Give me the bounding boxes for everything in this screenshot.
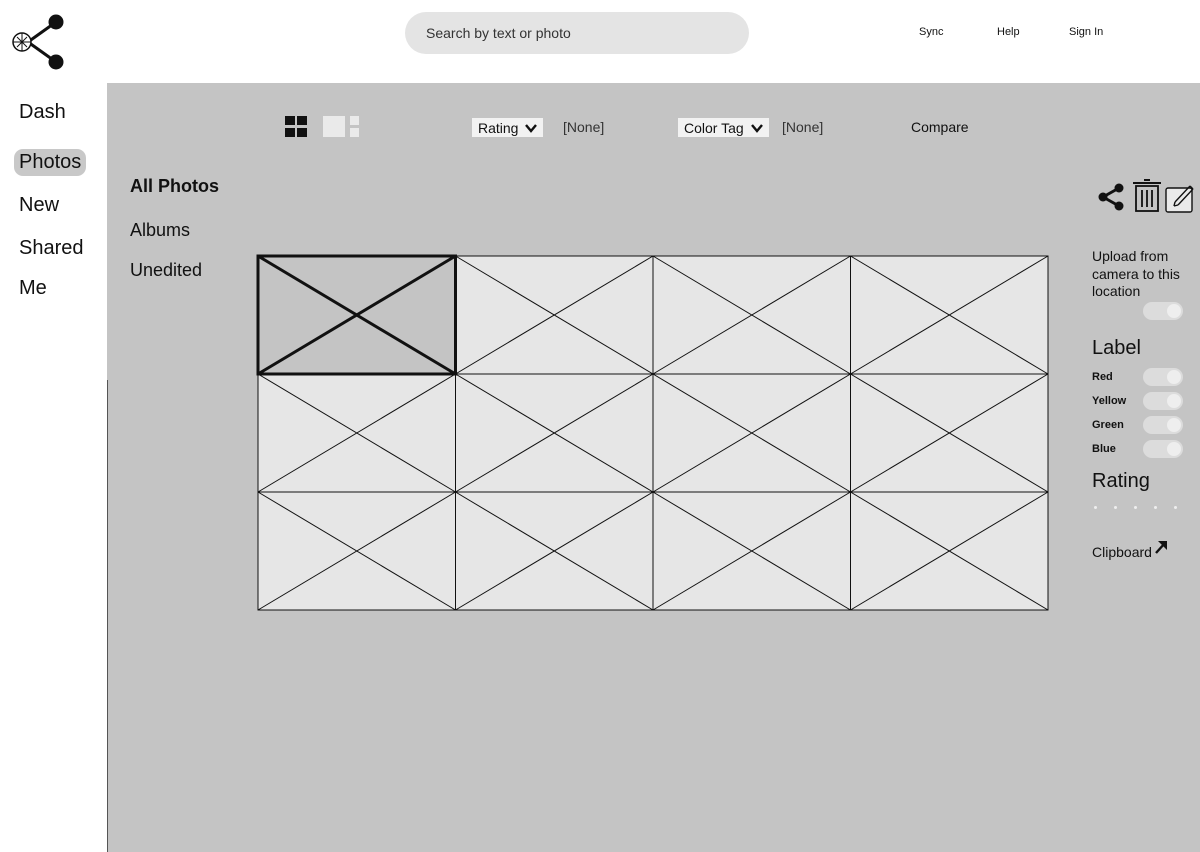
upload-toggle[interactable] (1143, 302, 1183, 320)
upload-text-line: location (1092, 283, 1141, 299)
label-green-toggle[interactable] (1143, 416, 1183, 434)
edit-icon[interactable] (1164, 180, 1198, 214)
label-heading: Label (1092, 337, 1141, 359)
photo-thumbnail-selected[interactable] (256, 254, 457, 376)
search-placeholder: Search by text or photo (426, 25, 571, 41)
upload-text-line: Upload from (1092, 248, 1169, 264)
nav-item-new[interactable]: New (14, 192, 64, 219)
upload-text-line: camera to this (1092, 265, 1180, 282)
upload-description: Upload from camera to this location (1092, 248, 1180, 301)
photo-thumbnail[interactable] (652, 491, 851, 611)
trash-icon[interactable] (1131, 178, 1163, 214)
label-red-toggle[interactable] (1143, 368, 1183, 386)
grid-view-icon[interactable] (285, 116, 309, 138)
photo-thumbnail[interactable] (652, 255, 851, 375)
label-red: Red (1092, 371, 1113, 383)
panel-border (107, 380, 108, 852)
label-blue: Blue (1092, 443, 1116, 455)
label-blue-toggle[interactable] (1143, 440, 1183, 458)
photo-thumbnail[interactable] (257, 491, 456, 611)
app-logo-icon[interactable] (8, 12, 68, 72)
color-tag-dropdown[interactable]: Color Tag (678, 118, 769, 137)
rating-dot-2[interactable] (1114, 506, 1117, 509)
albums-link[interactable]: Albums (130, 220, 190, 241)
nav-item-me[interactable]: Me (14, 275, 52, 302)
label-yellow-toggle[interactable] (1143, 392, 1183, 410)
color-tag-value: [None] (782, 119, 824, 135)
rating-dot-5[interactable] (1174, 506, 1177, 509)
rating-value: [None] (563, 119, 605, 135)
rating-heading: Rating (1092, 470, 1150, 492)
list-view-icon[interactable] (323, 116, 361, 138)
clipboard-label: Clipboard (1092, 544, 1152, 560)
photo-grid (256, 254, 1049, 611)
arrow-icon (1155, 541, 1167, 554)
rating-dot-4[interactable] (1154, 506, 1157, 509)
share-icon[interactable] (1097, 183, 1125, 211)
nav-item-photos[interactable]: Photos (14, 149, 87, 176)
nav-item-dash[interactable]: Dash (14, 99, 71, 126)
all-photos-link[interactable]: All Photos (130, 176, 219, 197)
rating-dropdown[interactable]: Rating (472, 118, 544, 137)
rating-dot-1[interactable] (1094, 506, 1097, 509)
sign-in-link[interactable]: Sign In (1069, 26, 1103, 38)
photo-thumbnail[interactable] (455, 255, 654, 375)
help-link[interactable]: Help (997, 26, 1020, 38)
photo-thumbnail[interactable] (850, 255, 1049, 375)
color-tag-dropdown-label: Color Tag (684, 119, 744, 136)
clipboard-button[interactable]: Clipboard (1092, 541, 1168, 560)
rating-dot-3[interactable] (1134, 506, 1137, 509)
rating-dropdown-label: Rating (478, 119, 519, 136)
photo-thumbnail[interactable] (652, 373, 851, 493)
label-yellow: Yellow (1092, 395, 1127, 407)
photo-thumbnail[interactable] (455, 491, 654, 611)
compare-button[interactable]: Compare (911, 119, 969, 135)
chevron-down-icon (525, 123, 538, 133)
photo-thumbnail[interactable] (455, 373, 654, 493)
unedited-link[interactable]: Unedited (130, 260, 202, 281)
photo-thumbnail[interactable] (257, 373, 456, 493)
nav-item-shared[interactable]: Shared (14, 235, 89, 262)
photo-thumbnail[interactable] (850, 373, 1049, 493)
photo-thumbnail[interactable] (850, 491, 1049, 611)
label-green: Green (1092, 419, 1124, 431)
sync-link[interactable]: Sync (919, 26, 943, 38)
chevron-down-icon (750, 123, 763, 133)
search-input[interactable]: Search by text or photo (405, 12, 749, 54)
